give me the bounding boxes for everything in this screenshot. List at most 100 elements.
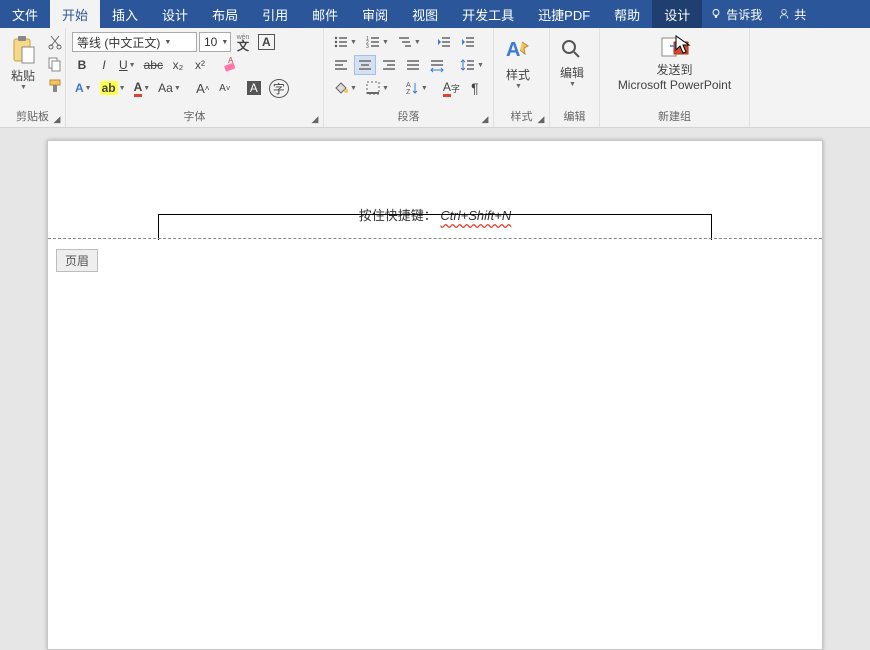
change-case-button[interactable]: Aa▼	[155, 78, 184, 98]
paste-icon	[10, 35, 36, 65]
align-left-button[interactable]	[330, 55, 352, 75]
tab-home[interactable]: 开始	[50, 0, 100, 28]
newgroup-label: 新建组	[604, 106, 745, 127]
bullets-button[interactable]: ▼	[330, 32, 360, 52]
phonetic-guide-button[interactable]: wén文	[233, 32, 253, 52]
decrease-indent-button[interactable]	[433, 32, 455, 52]
person-icon	[778, 8, 790, 20]
line-spacing-button[interactable]: ▼	[457, 55, 487, 75]
cut-button[interactable]	[44, 32, 66, 52]
enclose-char-button[interactable]: A	[244, 78, 264, 98]
sort-button[interactable]: AZ▼	[401, 78, 431, 98]
text-effects-button[interactable]: A▼	[72, 78, 95, 98]
justify-icon	[405, 57, 421, 73]
font-family-combo[interactable]: 等线 (中文正文)▼	[72, 32, 197, 52]
copy-icon	[47, 56, 63, 72]
align-right-button[interactable]	[378, 55, 400, 75]
circle-char-button[interactable]: 字	[266, 78, 292, 98]
chevron-down-icon: ▼	[20, 84, 27, 91]
tab-insert[interactable]: 插入	[100, 0, 150, 28]
character-border-button[interactable]: A	[255, 32, 278, 52]
font-size-combo[interactable]: 10▼	[199, 32, 231, 52]
group-clipboard: 粘贴 ▼ 剪贴板 ◢	[0, 28, 66, 127]
scissors-icon	[47, 34, 63, 50]
tab-view[interactable]: 视图	[400, 0, 450, 28]
numbering-button[interactable]: 123▼	[362, 32, 392, 52]
tab-review[interactable]: 审阅	[350, 0, 400, 28]
sort-icon: AZ	[404, 80, 420, 96]
search-icon	[560, 38, 584, 62]
svg-text:3: 3	[366, 44, 369, 50]
format-painter-button[interactable]	[44, 76, 66, 96]
share-button[interactable]: 共	[770, 0, 814, 28]
send-to-label: 发送到	[656, 61, 692, 78]
ribbon: 粘贴 ▼ 剪贴板 ◢ 等线 (中文正文)▼ 10▼ wén文 A B I U▼	[0, 28, 870, 128]
tab-references[interactable]: 引用	[250, 0, 300, 28]
shading-button[interactable]: ▼	[330, 78, 360, 98]
tab-context-design[interactable]: 设计	[652, 0, 702, 28]
svg-text:A: A	[406, 82, 411, 89]
show-marks-button[interactable]: ¶	[465, 78, 485, 98]
ribbon-tabs: 文件 开始 插入 设计 布局 引用 邮件 审阅 视图 开发工具 迅捷PDF 帮助…	[0, 0, 870, 28]
tab-file[interactable]: 文件	[0, 0, 50, 28]
copy-button[interactable]	[44, 54, 66, 74]
align-center-button[interactable]	[354, 55, 376, 75]
paragraph-dialog-launcher[interactable]: ◢	[479, 113, 491, 125]
strike-icon: abc	[144, 58, 163, 72]
tab-mail[interactable]: 邮件	[300, 0, 350, 28]
align-right-icon	[381, 57, 397, 73]
highlight-button[interactable]: ab▼	[97, 78, 129, 98]
tab-layout[interactable]: 布局	[200, 0, 250, 28]
styles-btn-label: 样式	[506, 66, 530, 83]
borders-icon	[365, 80, 381, 96]
group-paragraph: ▼ 123▼ ▼ ▼ ▼ ▼ AZ▼	[324, 28, 494, 127]
paste-button[interactable]: 粘贴 ▼	[4, 30, 42, 96]
document-page[interactable]: 按住快捷键： Ctrl+Shift+N 页眉	[47, 140, 823, 650]
multilevel-list-button[interactable]: ▼	[394, 32, 424, 52]
asian-layout-button[interactable]: A字	[440, 78, 463, 98]
tab-developer[interactable]: 开发工具	[450, 0, 526, 28]
styles-dialog-launcher[interactable]: ◢	[535, 113, 547, 125]
increase-indent-button[interactable]	[457, 32, 479, 52]
justify-button[interactable]	[402, 55, 424, 75]
char-border-icon: A	[258, 34, 275, 50]
clipboard-dialog-launcher[interactable]: ◢	[51, 113, 63, 125]
strikethrough-button[interactable]: abc	[141, 55, 166, 75]
grow-font-button[interactable]: A˄	[193, 78, 213, 98]
bold-button[interactable]: B	[72, 55, 92, 75]
subscript-button[interactable]: x₂	[168, 55, 188, 75]
editing-btn-label: 编辑	[560, 64, 584, 81]
chevron-down-icon: ▼	[569, 81, 576, 88]
line-spacing-icon	[460, 57, 476, 73]
tab-design[interactable]: 设计	[150, 0, 200, 28]
styles-button[interactable]: A 样式 ▼	[498, 30, 538, 96]
font-color-button[interactable]: A▼	[131, 78, 154, 98]
underline-button[interactable]: U▼	[116, 55, 139, 75]
tell-me-search[interactable]: 告诉我	[702, 0, 770, 28]
superscript-button[interactable]: x²	[190, 55, 210, 75]
borders-button[interactable]: ▼	[362, 78, 392, 98]
send-to-powerpoint-button[interactable]: 发送到 Microsoft PowerPoint	[604, 30, 745, 96]
tab-pdf[interactable]: 迅捷PDF	[526, 0, 602, 28]
numbering-icon: 123	[365, 34, 381, 50]
send-to-target: Microsoft PowerPoint	[618, 78, 731, 92]
subscript-icon: x₂	[173, 58, 184, 72]
header-edit-box[interactable]	[158, 214, 712, 240]
chevron-down-icon[interactable]: ▼	[160, 39, 171, 46]
svg-text:A: A	[228, 57, 234, 65]
group-font: 等线 (中文正文)▼ 10▼ wén文 A B I U▼ abc x₂ x² A…	[66, 28, 324, 127]
shrink-font-button[interactable]: A˅	[215, 78, 235, 98]
outdent-icon	[436, 34, 452, 50]
clear-formatting-button[interactable]: A	[219, 55, 241, 75]
distribute-button[interactable]	[426, 55, 448, 75]
editing-button[interactable]: 编辑 ▼	[554, 30, 590, 96]
chevron-down-icon[interactable]: ▼	[217, 39, 228, 46]
italic-button[interactable]: I	[94, 55, 114, 75]
font-dialog-launcher[interactable]: ◢	[309, 113, 321, 125]
editing-group-label: 编辑	[554, 106, 595, 127]
group-styles: A 样式 ▼ 样式 ◢	[494, 28, 550, 127]
tab-help[interactable]: 帮助	[602, 0, 652, 28]
paint-bucket-icon	[333, 80, 349, 96]
bullets-icon	[333, 34, 349, 50]
bulb-icon	[710, 8, 722, 20]
